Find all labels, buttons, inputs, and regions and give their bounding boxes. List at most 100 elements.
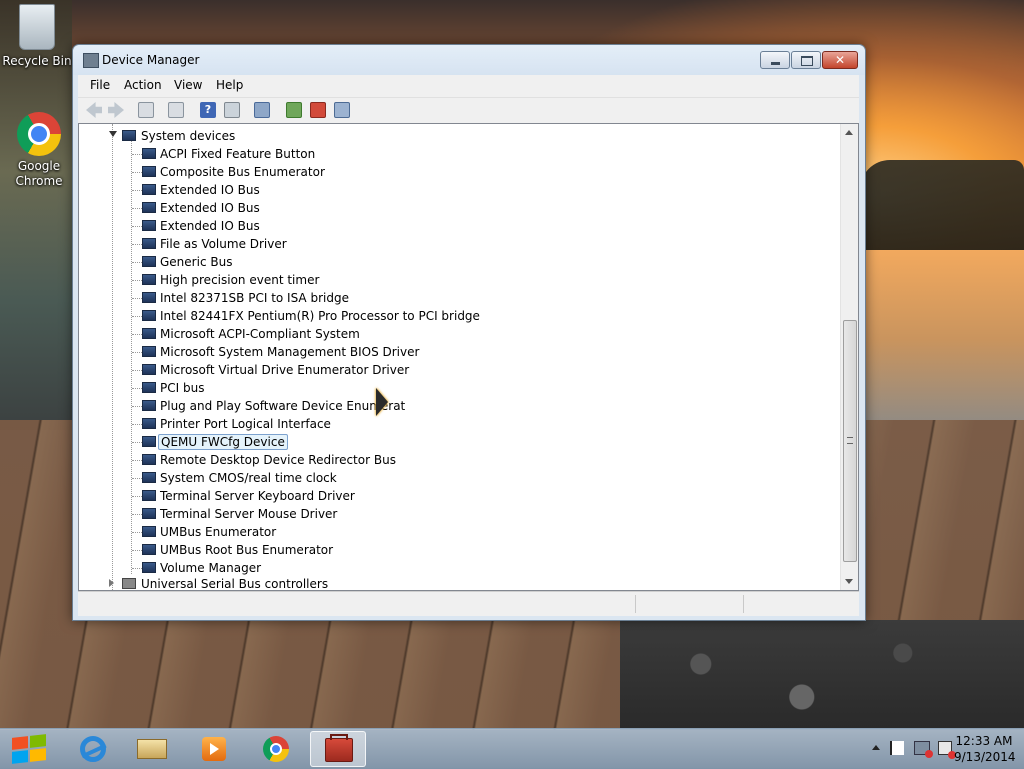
device-label: System CMOS/real time clock — [160, 471, 337, 485]
device-row[interactable]: Intel 82371SB PCI to ISA bridge — [79, 289, 839, 307]
device-label: Generic Bus — [160, 255, 233, 269]
mouse-cursor-icon — [376, 388, 388, 416]
device-icon — [142, 382, 156, 393]
tree-connector — [132, 568, 142, 569]
windows-logo-icon — [12, 736, 28, 750]
show-hidden-icons-arrow-icon[interactable] — [872, 745, 880, 750]
tree-group-usb-controllers[interactable]: Universal Serial Bus controllers — [79, 575, 839, 591]
tree-group-system-devices[interactable]: System devices — [79, 127, 839, 145]
start-button[interactable] — [6, 731, 54, 767]
device-row[interactable]: Terminal Server Keyboard Driver — [79, 487, 839, 505]
device-icon — [142, 184, 156, 195]
device-tree[interactable]: System devices ACPI Fixed Feature Button… — [78, 123, 859, 591]
device-icon — [142, 238, 156, 249]
device-icon — [142, 436, 156, 447]
device-icon — [142, 544, 156, 555]
device-row[interactable]: File as Volume Driver — [79, 235, 839, 253]
title-bar[interactable]: Device Manager ✕ — [73, 45, 865, 75]
collapsed-arrow-icon[interactable] — [109, 579, 114, 587]
device-row[interactable]: Printer Port Logical Interface — [79, 415, 839, 433]
menu-file[interactable]: File — [90, 78, 110, 92]
device-label: Microsoft System Management BIOS Driver — [160, 345, 420, 359]
device-row[interactable]: Microsoft System Management BIOS Driver — [79, 343, 839, 361]
menu-bar: File Action View Help — [78, 75, 859, 97]
device-row[interactable]: QEMU FWCfg Device — [79, 433, 839, 451]
desktop-icon-google-chrome[interactable]: Google Chrome — [4, 112, 74, 189]
device-row[interactable]: Generic Bus — [79, 253, 839, 271]
taskbar-device-manager[interactable] — [310, 731, 366, 767]
device-icon — [142, 364, 156, 375]
chrome-icon — [17, 112, 61, 156]
device-manager-icon — [83, 53, 99, 68]
device-label: PCI bus — [160, 381, 205, 395]
tree-connector — [132, 262, 142, 263]
device-row[interactable]: Extended IO Bus — [79, 217, 839, 235]
taskbar-file-explorer[interactable] — [124, 731, 180, 767]
device-row[interactable]: Extended IO Bus — [79, 181, 839, 199]
scroll-thumb[interactable] — [843, 320, 857, 562]
update-driver-icon[interactable] — [286, 102, 302, 118]
menu-help[interactable]: Help — [216, 78, 243, 92]
device-icon — [142, 490, 156, 501]
scroll-down-arrow-icon[interactable] — [845, 579, 853, 584]
device-row[interactable]: Remote Desktop Device Redirector Bus — [79, 451, 839, 469]
tree-connector — [132, 460, 142, 461]
clock-time: 12:33 AM — [955, 734, 1013, 748]
tree-connector — [132, 406, 142, 407]
clock[interactable]: 12:33 AM 9/13/2014 — [954, 733, 1016, 765]
uninstall-device-icon[interactable] — [310, 102, 326, 118]
vertical-scrollbar[interactable] — [840, 124, 858, 590]
device-row[interactable]: Terminal Server Mouse Driver — [79, 505, 839, 523]
tree-group-label: Universal Serial Bus controllers — [141, 577, 329, 591]
expanded-arrow-icon[interactable] — [109, 131, 117, 137]
device-icon — [142, 346, 156, 357]
tree-connector — [132, 388, 142, 389]
device-row[interactable]: System CMOS/real time clock — [79, 469, 839, 487]
device-label: Microsoft ACPI-Compliant System — [160, 327, 360, 341]
desktop-icon-recycle-bin[interactable]: Recycle Bin — [2, 4, 72, 69]
menu-action[interactable]: Action — [124, 78, 162, 92]
device-row[interactable]: High precision event timer — [79, 271, 839, 289]
device-row[interactable]: ACPI Fixed Feature Button — [79, 145, 839, 163]
action-pane-icon[interactable] — [224, 102, 240, 118]
help-icon[interactable]: ? — [200, 102, 216, 118]
device-row[interactable]: Plug and Play Software Device Enumerat — [79, 397, 839, 415]
device-row[interactable]: Extended IO Bus — [79, 199, 839, 217]
properties-list-icon[interactable] — [168, 102, 184, 118]
show-hide-console-tree-icon[interactable] — [138, 102, 154, 118]
toolbox-icon — [325, 734, 353, 762]
usb-icon — [122, 578, 136, 589]
close-button[interactable]: ✕ — [822, 51, 858, 69]
device-icon — [142, 166, 156, 177]
forward-arrow-icon[interactable] — [108, 102, 124, 118]
disable-device-icon[interactable] — [334, 102, 350, 118]
action-center-flag-icon[interactable] — [890, 741, 904, 755]
device-row[interactable]: Microsoft ACPI-Compliant System — [79, 325, 839, 343]
device-row[interactable]: UMBus Enumerator — [79, 523, 839, 541]
back-arrow-icon[interactable] — [86, 102, 102, 118]
network-error-icon[interactable] — [914, 741, 933, 758]
scroll-up-arrow-icon[interactable] — [845, 130, 853, 135]
volume-muted-icon[interactable] — [938, 741, 956, 759]
scan-hardware-icon[interactable] — [254, 102, 270, 118]
device-row[interactable]: Microsoft Virtual Drive Enumerator Drive… — [79, 361, 839, 379]
menu-view[interactable]: View — [174, 78, 202, 92]
device-label: Terminal Server Keyboard Driver — [160, 489, 355, 503]
media-player-icon — [202, 737, 226, 761]
tree-connector — [132, 370, 142, 371]
minimize-button[interactable] — [760, 51, 790, 69]
taskbar-google-chrome[interactable] — [248, 731, 304, 767]
device-row[interactable]: UMBus Root Bus Enumerator — [79, 541, 839, 559]
device-icon — [142, 328, 156, 339]
device-icon — [142, 562, 156, 573]
device-row[interactable]: PCI bus — [79, 379, 839, 397]
device-row[interactable]: Composite Bus Enumerator — [79, 163, 839, 181]
device-label: Microsoft Virtual Drive Enumerator Drive… — [160, 363, 410, 377]
maximize-button[interactable] — [791, 51, 821, 69]
taskbar-internet-explorer[interactable] — [62, 731, 118, 767]
device-label: QEMU FWCfg Device — [158, 434, 288, 450]
taskbar-media-player[interactable] — [186, 731, 242, 767]
windows-logo-icon — [30, 748, 46, 762]
device-row[interactable]: Intel 82441FX Pentium(R) Pro Processor t… — [79, 307, 839, 325]
recycle-bin-icon — [19, 4, 55, 50]
